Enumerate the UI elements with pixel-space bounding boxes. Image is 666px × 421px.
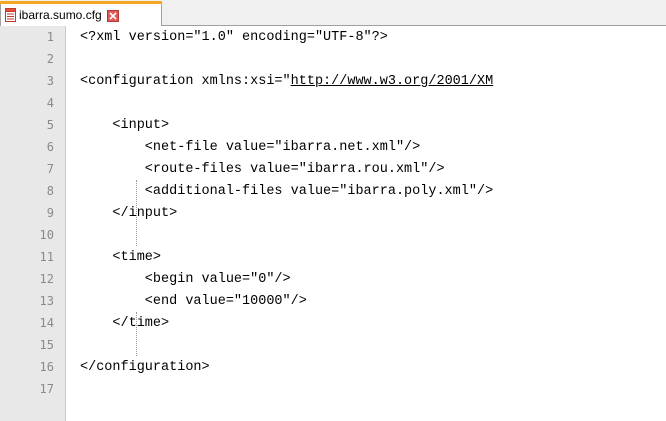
code-line[interactable]: 17	[0, 378, 666, 400]
line-number: 11	[39, 250, 54, 264]
code-line[interactable]: 8 <additional-files value="ibarra.poly.x…	[0, 180, 666, 202]
code-line[interactable]: 5 <input>	[0, 114, 666, 136]
code-line[interactable]: 15	[0, 334, 666, 356]
line-number: 2	[46, 52, 54, 66]
line-number: 5	[46, 118, 54, 132]
tab-bar: ibarra.sumo.cfg	[0, 0, 666, 26]
code-text: <additional-files value="ibarra.poly.xml…	[80, 184, 493, 199]
code-text: </input>	[80, 206, 177, 221]
code-text-segment: <input>	[80, 117, 170, 133]
code-text-segment: <net-file value="ibarra.net.xml"/>	[80, 139, 421, 155]
code-text: </configuration>	[80, 360, 210, 375]
line-number: 7	[46, 162, 54, 176]
code-text: <?xml version="1.0" encoding="UTF-8"?>	[80, 30, 388, 45]
line-number: 9	[46, 206, 54, 220]
code-text: <route-files value="ibarra.rou.xml"/>	[80, 162, 445, 177]
code-line[interactable]: 1 <?xml version="1.0" encoding="UTF-8"?>	[0, 26, 666, 48]
code-text-segment: </input>	[80, 205, 178, 221]
code-line[interactable]: 7 <route-files value="ibarra.rou.xml"/>	[0, 158, 666, 180]
code-text-segment: <route-files value="ibarra.rou.xml"/>	[80, 161, 445, 177]
code-line[interactable]: 12 <begin value="0"/>	[0, 268, 666, 290]
code-text-segment: </time>	[80, 315, 170, 331]
line-number: 3	[46, 74, 54, 88]
code-line[interactable]: 14 </time>	[0, 312, 666, 334]
tab-label: ibarra.sumo.cfg	[19, 7, 102, 22]
code-line[interactable]: 13 <end value="10000"/>	[0, 290, 666, 312]
code-text-segment: <begin value="0"/>	[80, 271, 291, 287]
code-text-segment: <time>	[80, 249, 162, 265]
line-number: 12	[39, 272, 54, 286]
line-number: 14	[39, 316, 54, 330]
line-number: 8	[46, 184, 54, 198]
line-number: 15	[39, 338, 54, 352]
line-number: 16	[39, 360, 54, 374]
code-text-segment: </configuration>	[80, 359, 210, 375]
code-text: </time>	[80, 316, 169, 331]
code-line[interactable]: 16 </configuration>	[0, 356, 666, 378]
code-text-segment: <additional-files value="ibarra.poly.xml…	[80, 183, 494, 199]
code-line[interactable]: 3 <configuration xmlns:xsi="http://www.w3…	[0, 70, 666, 92]
code-text: <begin value="0"/>	[80, 272, 291, 287]
line-number: 6	[46, 140, 54, 154]
line-number: 4	[46, 96, 54, 110]
code-line[interactable]: 2	[0, 48, 666, 70]
code-text-segment: <configuration xmlns:xsi="	[80, 73, 291, 89]
line-number: 17	[39, 382, 54, 396]
code-line[interactable]: 11 <time>	[0, 246, 666, 268]
code-text: <time>	[80, 250, 161, 265]
code-url-link[interactable]: http://www.w3.org/2001/XM	[291, 74, 494, 89]
code-text-segment: <?xml version="1.0" encoding="UTF-8"?>	[80, 29, 388, 45]
code-line[interactable]: 6 <net-file value="ibarra.net.xml"/>	[0, 136, 666, 158]
code-text: <end value="10000"/>	[80, 294, 307, 309]
code-text: <input>	[80, 118, 169, 133]
code-line[interactable]: 9 </input>	[0, 202, 666, 224]
code-text-segment: <end value="10000"/>	[80, 293, 307, 309]
editor-window: ibarra.sumo.cfg 1 <?xml version="1.0" enc…	[0, 0, 666, 421]
line-number: 13	[39, 294, 54, 308]
line-number: 1	[46, 30, 54, 44]
line-number: 10	[39, 228, 54, 242]
file-icon	[5, 7, 16, 22]
code-text: <configuration xmlns:xsi="http://www.w3.…	[80, 74, 493, 89]
code-text: <net-file value="ibarra.net.xml"/>	[80, 140, 420, 155]
code-line[interactable]: 4	[0, 92, 666, 114]
close-icon[interactable]	[106, 9, 119, 22]
tab-ibarra-sumo-cfg[interactable]: ibarra.sumo.cfg	[0, 1, 162, 26]
code-line[interactable]: 10	[0, 224, 666, 246]
code-editor[interactable]: 1 <?xml version="1.0" encoding="UTF-8"?> 2…	[0, 26, 666, 421]
